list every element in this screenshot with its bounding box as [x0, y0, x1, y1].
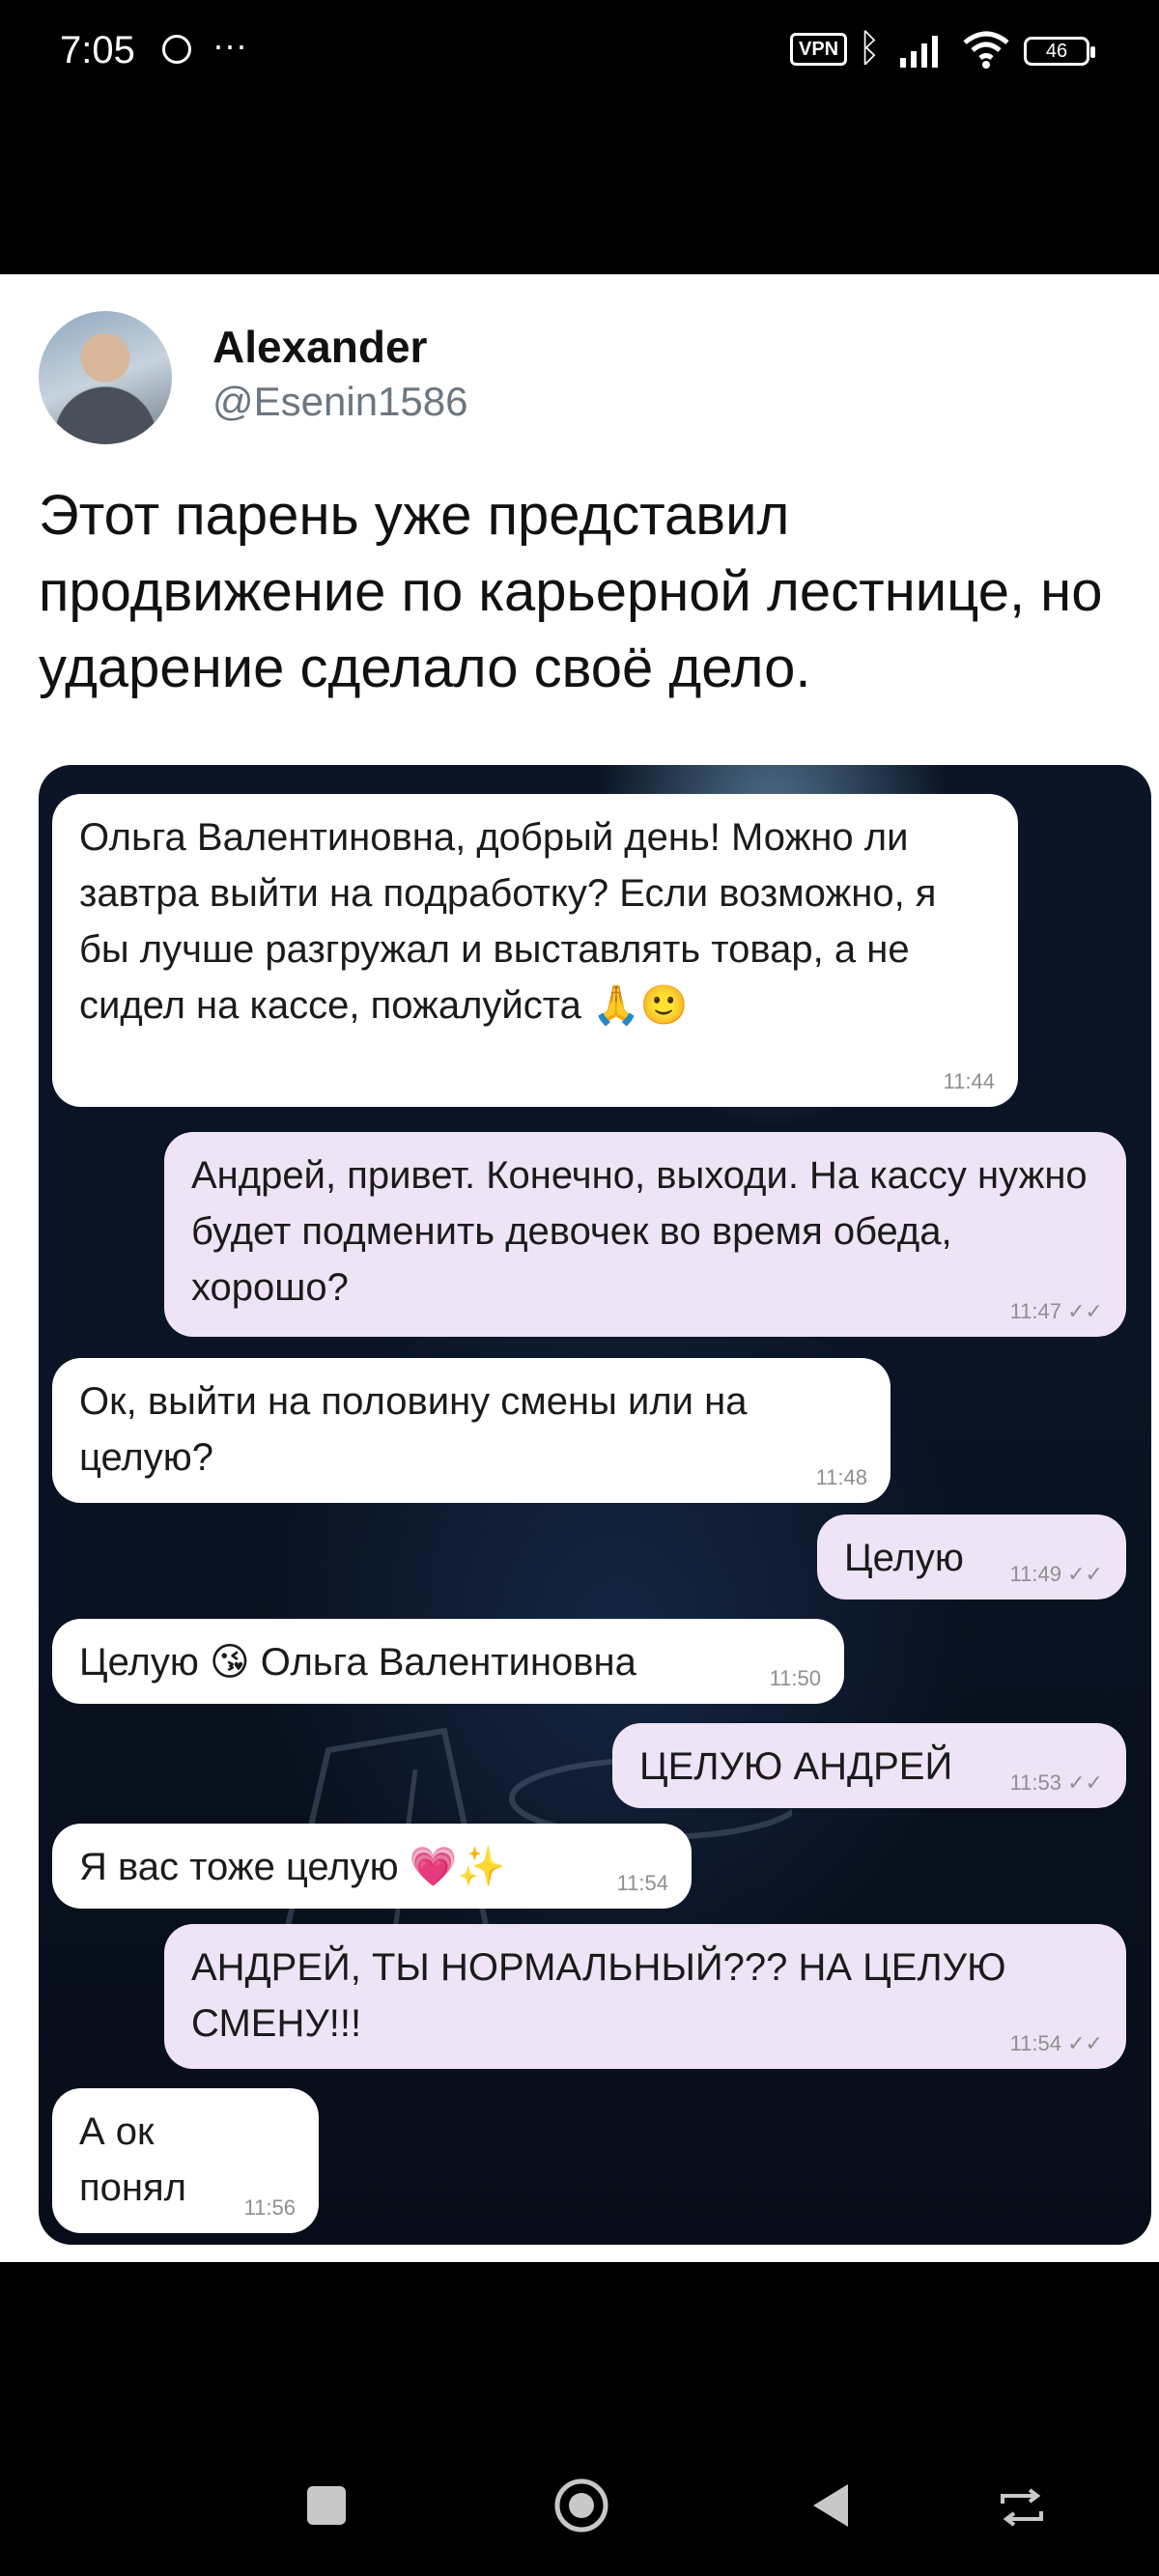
more-notifications-icon: ···: [212, 25, 247, 65]
read-ticks-icon: ✓✓: [1067, 2031, 1103, 2055]
tweet-card[interactable]: Alexander @Esenin1586 Этот парень уже пр…: [0, 274, 1159, 2262]
chat-screenshot-image[interactable]: Ольга Валентиновна, добрый день! Можно л…: [39, 765, 1151, 2245]
message-bubble: Целую 😘 Ольга Валентиновна 11:50: [52, 1619, 844, 1704]
message-text: Ок, выйти на половину смены или на целую…: [79, 1380, 748, 1479]
message-bubble: Андрей, привет. Конечно, выходи. На касс…: [164, 1132, 1126, 1337]
notification-icon: [162, 35, 191, 64]
message-time: 11:56: [243, 2195, 296, 2220]
bluetooth-icon: ᛒ: [858, 27, 881, 70]
message-time: 11:54 ✓✓: [1009, 2031, 1103, 2055]
home-icon[interactable]: [552, 2477, 610, 2534]
message-text: Андрей, привет. Конечно, выходи. На касс…: [191, 1154, 1088, 1309]
message-bubble: ЦЕЛУЮ АНДРЕЙ 11:53 ✓✓: [612, 1723, 1126, 1808]
read-ticks-icon: ✓✓: [1067, 1562, 1103, 1586]
message-time: 11:49 ✓✓: [1009, 1562, 1103, 1586]
read-ticks-icon: ✓✓: [1067, 1770, 1103, 1795]
message-bubble: Целую 11:49 ✓✓: [817, 1514, 1126, 1599]
back-icon[interactable]: [809, 2482, 852, 2529]
message-time: 11:53 ✓✓: [1009, 1770, 1103, 1795]
message-text: Ольга Валентиновна, добрый день! Можно л…: [79, 816, 937, 1027]
message-text: ЦЕЛУЮ АНДРЕЙ: [639, 1745, 953, 1788]
message-time: 11:50: [769, 1666, 821, 1690]
read-ticks-icon: ✓✓: [1067, 1299, 1103, 1323]
message-text: Целую 😘 Ольга Валентиновна: [79, 1641, 636, 1684]
message-bubble: Ок, выйти на половину смены или на целую…: [52, 1358, 890, 1503]
message-time: 11:44: [943, 1069, 995, 1093]
author-name[interactable]: Alexander: [212, 321, 427, 373]
author-handle[interactable]: @Esenin1586: [212, 379, 468, 425]
message-text: А ок понял: [79, 2110, 186, 2209]
tweet-text: Этот парень уже представил продвижение п…: [39, 484, 1103, 699]
message-text: Я вас тоже целую 💗✨: [79, 1846, 506, 1888]
message-bubble: Я вас тоже целую 💗✨ 11:54: [52, 1824, 692, 1909]
message-time: 11:48: [815, 1465, 867, 1489]
wifi-icon: [963, 31, 1009, 69]
signal-icon: [900, 36, 938, 68]
battery-icon: 46: [1024, 37, 1095, 66]
status-time: 7:05: [60, 29, 135, 71]
message-text: Целую: [844, 1537, 964, 1579]
navigation-bar: [0, 2415, 1159, 2576]
switch-icon[interactable]: [997, 2488, 1047, 2527]
message-time: 11:47 ✓✓: [1009, 1299, 1103, 1323]
vpn-icon: VPN: [790, 33, 848, 66]
message-text: АНДРЕЙ, ТЫ НОРМАЛЬНЫЙ??? НА ЦЕЛУЮ СМЕНУ!…: [191, 1946, 1006, 2045]
message-bubble: АНДРЕЙ, ТЫ НОРМАЛЬНЫЙ??? НА ЦЕЛУЮ СМЕНУ!…: [164, 1924, 1126, 2069]
recents-icon[interactable]: [307, 2486, 346, 2525]
status-bar: 7:05 ··· VPN ᛒ 46: [0, 0, 1159, 106]
message-bubble: Ольга Валентиновна, добрый день! Можно л…: [52, 794, 1018, 1107]
message-bubble: А ок понял 11:56: [52, 2088, 319, 2233]
message-time: 11:54: [616, 1871, 668, 1895]
avatar[interactable]: [39, 311, 172, 444]
